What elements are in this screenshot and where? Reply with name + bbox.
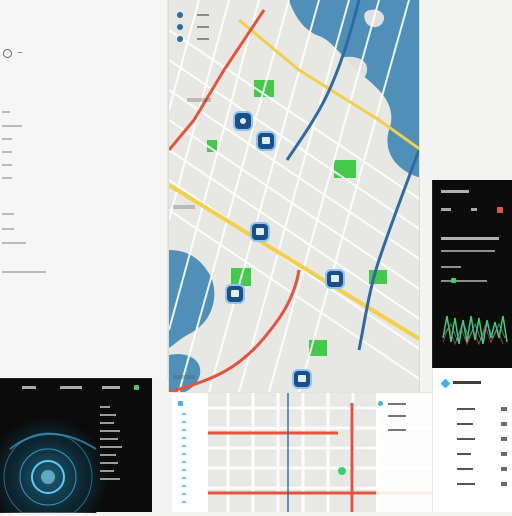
legend-row[interactable]: [378, 411, 428, 421]
sidebar-glyphs: [2, 111, 46, 281]
right-dark-subtitle: [441, 237, 499, 240]
map-pin-icon[interactable]: [256, 131, 276, 151]
diamond-icon: [440, 378, 451, 389]
right-dark-rows: [441, 250, 505, 290]
legend-line: [388, 415, 406, 417]
legend-dot: [177, 24, 183, 30]
right-light-title-line: [453, 381, 481, 384]
legend-line: [197, 14, 209, 16]
row[interactable]: [457, 451, 507, 459]
legend-dot: [177, 36, 183, 42]
legend-row[interactable]: [177, 34, 223, 44]
app-logo-icon[interactable]: [3, 49, 12, 58]
bottom-left-toolbar: [172, 393, 209, 512]
row-line: [441, 266, 461, 268]
radar-ring: [0, 417, 108, 513]
map-pin-icon[interactable]: [225, 284, 245, 304]
bottom-map-legend: [378, 399, 428, 439]
main-map[interactable]: [168, 0, 420, 392]
legend-row[interactable]: [177, 10, 223, 20]
water-body: [169, 250, 215, 348]
legend-row[interactable]: [177, 22, 223, 32]
left-sidebar: [0, 0, 168, 378]
signal-chart: [442, 315, 508, 346]
tab[interactable]: [497, 207, 503, 213]
row[interactable]: [457, 406, 507, 414]
legend-row[interactable]: [378, 399, 428, 409]
map-canvas[interactable]: [169, 0, 420, 392]
legend-dot: [378, 401, 383, 406]
sidebar-separator: [18, 52, 22, 53]
status-dot: [451, 278, 456, 283]
right-dark-panel: [432, 180, 512, 368]
legend-dot: [177, 12, 183, 18]
row-line: [441, 250, 495, 252]
legend-line: [197, 26, 209, 28]
map-pin-icon[interactable]: [233, 111, 253, 131]
map-pin-icon[interactable]: [250, 222, 270, 242]
row[interactable]: [457, 466, 507, 474]
tab[interactable]: [441, 208, 451, 211]
row[interactable]: [457, 481, 507, 489]
map-pin-icon[interactable]: [292, 369, 312, 389]
left-dark-row-lines: [100, 406, 148, 506]
row[interactable]: [457, 421, 507, 429]
right-dark-title-line: [441, 190, 469, 193]
park-area: [334, 160, 356, 178]
toolbar-column: [182, 413, 186, 505]
info-icon[interactable]: [178, 401, 183, 406]
legend-line: [197, 38, 209, 40]
row-line: [441, 280, 487, 282]
right-light-panel: [432, 368, 512, 512]
right-light-rows: [457, 406, 507, 516]
legend-row[interactable]: [378, 425, 428, 435]
map-pin-icon[interactable]: [325, 269, 345, 289]
map-pin-icon: [338, 467, 346, 475]
right-dark-tabs: [441, 206, 505, 216]
left-dark-panel: [0, 378, 152, 513]
tab[interactable]: [471, 208, 477, 211]
legend-line: [388, 403, 406, 405]
row[interactable]: [457, 436, 507, 444]
map-top-legend: [177, 10, 223, 50]
bottom-map-panel[interactable]: [172, 392, 432, 512]
radar-center: [41, 470, 55, 484]
legend-line: [388, 429, 406, 431]
